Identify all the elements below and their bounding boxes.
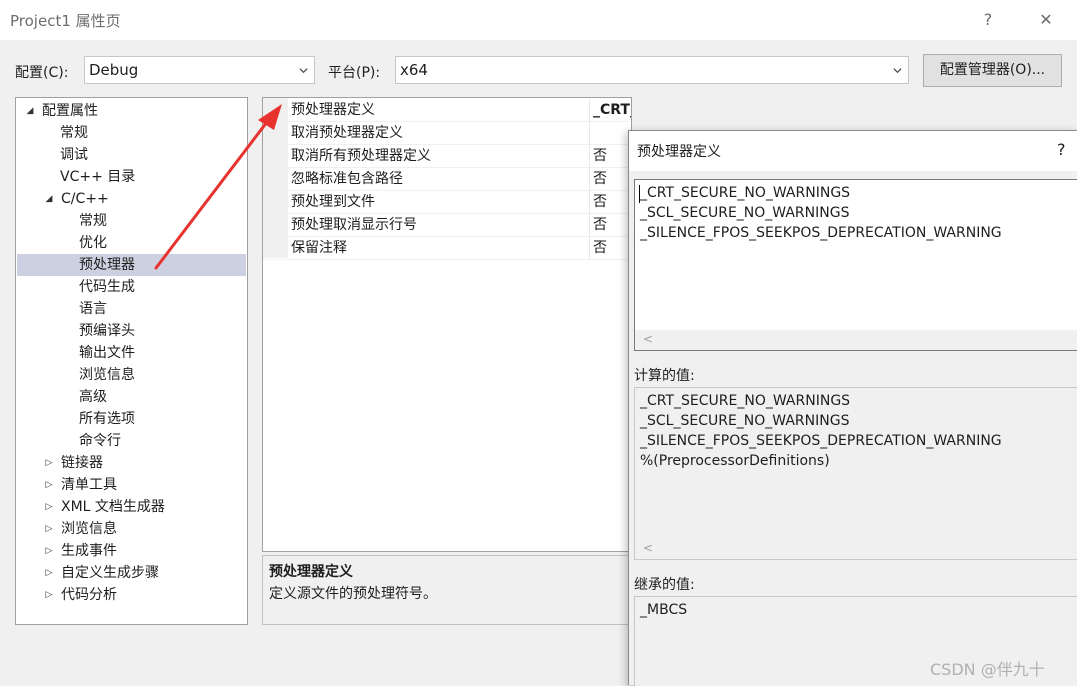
tree-item-general[interactable]: 常规 [60, 122, 88, 144]
tree-item-cpp[interactable]: ◢ C/C++ [43, 188, 109, 210]
grid-row-undefine-definitions[interactable]: 取消预处理器定义 [263, 122, 628, 145]
tree-root[interactable]: ◢ 配置属性 [24, 100, 98, 122]
grid-row-suppress-line-numbers[interactable]: 预处理取消显示行号 否 [263, 214, 628, 237]
scroll-left-icon[interactable]: < [643, 332, 653, 346]
scroll-left-icon[interactable]: < [643, 541, 653, 555]
tree-item-debugging[interactable]: 调试 [60, 144, 88, 166]
tree-item-optimization[interactable]: 优化 [79, 232, 107, 254]
tree-item-code-analysis[interactable]: ▷ 代码分析 [43, 584, 117, 606]
description-title: 预处理器定义 [269, 564, 353, 580]
collapsed-icon: ▷ [45, 568, 53, 578]
expanded-icon: ◢ [26, 106, 34, 116]
title-bar: Project1 属性页 ? ✕ [0, 0, 1077, 40]
inherited-values-label: 继承的值: [634, 577, 695, 593]
chevron-down-icon [299, 68, 308, 74]
horizontal-scrollbar[interactable]: < [635, 330, 1077, 350]
grid-value-bold: _CRT_SECURE_NO_WARNINGS;_SCL_SECURE_NO_W… [589, 99, 631, 122]
tree-item-build-events[interactable]: ▷ 生成事件 [43, 540, 117, 562]
chevron-down-icon [893, 68, 902, 74]
tree-item-cpp-general[interactable]: 常规 [79, 210, 107, 232]
computed-values-box: _CRT_SECURE_NO_WARNINGS _SCL_SECURE_NO_W… [634, 387, 1077, 560]
tree-item-custom-build-step[interactable]: ▷ 自定义生成步骤 [43, 562, 159, 584]
annotation-arrow-icon [154, 104, 282, 270]
grid-row-ignore-standard-include[interactable]: 忽略标准包含路径 否 [263, 168, 628, 191]
computed-line: %(PreprocessorDefinitions) [640, 453, 830, 469]
platform-value: x64 [400, 61, 428, 79]
tree-item-manifest-tool[interactable]: ▷ 清单工具 [43, 474, 117, 496]
grid-row-undefine-all[interactable]: 取消所有预处理器定义 否 [263, 145, 628, 168]
help-button[interactable]: ? [970, 6, 1006, 34]
horizontal-scrollbar[interactable]: < [635, 539, 1077, 559]
platform-select[interactable]: x64 [395, 56, 909, 84]
expanded-icon: ◢ [45, 194, 53, 204]
collapsed-icon: ▷ [45, 502, 53, 512]
config-manager-button[interactable]: 配置管理器(O)... [923, 54, 1062, 87]
close-button[interactable]: ✕ [1028, 6, 1064, 34]
tree-item-precompiled-headers[interactable]: 预编译头 [79, 320, 135, 342]
collapsed-icon: ▷ [45, 524, 53, 534]
collapsed-icon: ▷ [45, 480, 53, 490]
computed-line: _SILENCE_FPOS_SEEKPOS_DEPRECATION_WARNIN… [640, 433, 1002, 449]
config-label: 配置(C): [15, 65, 69, 81]
definitions-edit-box[interactable]: _CRT_SECURE_NO_WARNINGS _SCL_SECURE_NO_W… [634, 179, 1077, 351]
description-text: 定义源文件的预处理符号。 [269, 586, 437, 602]
preprocessor-dialog: 预处理器定义 ? _CRT_SECURE_NO_WARNINGS _SCL_SE… [628, 130, 1077, 686]
tree-item-language[interactable]: 语言 [79, 298, 107, 320]
inherited-line: _MBCS [640, 602, 688, 618]
platform-label: 平台(P): [328, 65, 381, 81]
tree-item-all-options[interactable]: 所有选项 [79, 408, 135, 430]
config-value: Debug [89, 61, 139, 79]
grid-row-keep-comments[interactable]: 保留注释 否 [263, 237, 628, 260]
dialog-help-button[interactable]: ? [1057, 140, 1066, 159]
tree-item-code-generation[interactable]: 代码生成 [79, 276, 135, 298]
tree-item-xml-doc-generator[interactable]: ▷ XML 文档生成器 [43, 496, 165, 518]
watermark: CSDN @伴九十 [930, 660, 1045, 679]
tree-item-browse-info[interactable]: 浏览信息 [79, 364, 135, 386]
computed-line: _SCL_SECURE_NO_WARNINGS [640, 413, 850, 429]
grid-row-preprocessor-definitions[interactable]: 预处理器定义 _CRT_SECURE_NO_WARNINGS;_SCL_SECU… [263, 99, 631, 122]
tree-item-advanced[interactable]: 高级 [79, 386, 107, 408]
config-select[interactable]: Debug [84, 56, 315, 84]
tree-item-browse-information[interactable]: ▷ 浏览信息 [43, 518, 117, 540]
dialog-title-bar: 预处理器定义 ? [629, 131, 1077, 171]
collapsed-icon: ▷ [45, 590, 53, 600]
edit-line: _SCL_SECURE_NO_WARNINGS [640, 205, 850, 221]
tree-item-command-line[interactable]: 命令行 [79, 430, 121, 452]
tree-item-vc-directories[interactable]: VC++ 目录 [60, 166, 135, 188]
computed-values-label: 计算的值: [634, 368, 695, 384]
collapsed-icon: ▷ [45, 458, 53, 468]
collapsed-icon: ▷ [45, 546, 53, 556]
window-title: Project1 属性页 [10, 12, 121, 30]
computed-line: _CRT_SECURE_NO_WARNINGS [640, 393, 851, 409]
description-panel: 预处理器定义 定义源文件的预处理符号。 [262, 555, 632, 625]
tree-item-output-files[interactable]: 输出文件 [79, 342, 135, 364]
grid-row-preprocess-to-file[interactable]: 预处理到文件 否 [263, 191, 628, 214]
property-grid: 预处理器定义 _CRT_SECURE_NO_WARNINGS;_SCL_SECU… [262, 97, 632, 552]
dialog-title: 预处理器定义 [637, 144, 721, 160]
edit-line: _CRT_SECURE_NO_WARNINGS [640, 185, 851, 201]
edit-line: _SILENCE_FPOS_SEEKPOS_DEPRECATION_WARNIN… [640, 225, 1002, 241]
tree-item-linker[interactable]: ▷ 链接器 [43, 452, 103, 474]
